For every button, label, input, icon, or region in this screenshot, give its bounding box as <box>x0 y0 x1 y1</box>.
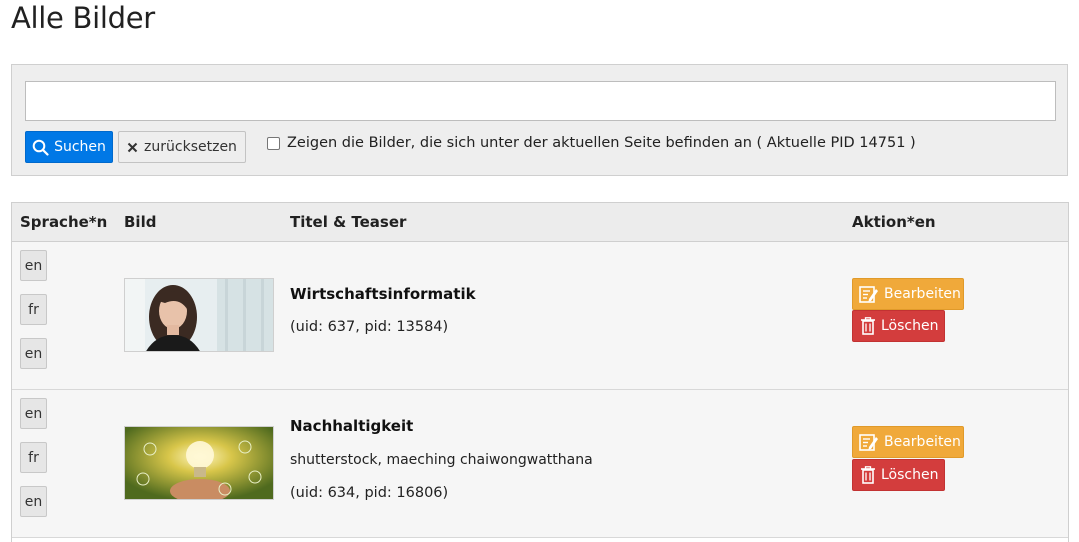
reset-button-label: zurücksetzen <box>144 139 237 155</box>
page-title: Alle Bilder <box>11 1 155 35</box>
portrait-photo <box>125 279 273 351</box>
edit-button[interactable]: Bearbeiten <box>852 426 964 458</box>
edit-icon <box>859 286 878 303</box>
search-button[interactable]: Suchen <box>25 131 113 163</box>
edit-button[interactable]: Bearbeiten <box>852 278 964 310</box>
header-title: Titel & Teaser <box>290 213 407 231</box>
current-page-checkbox-label[interactable]: Zeigen die Bilder, die sich unter der ak… <box>287 135 916 151</box>
reset-button[interactable]: zurücksetzen <box>118 131 246 163</box>
close-icon <box>127 142 138 152</box>
language-button-en[interactable]: en <box>20 338 47 369</box>
current-page-filter: Zeigen die Bilder, die sich unter der ak… <box>267 135 916 151</box>
images-table: Sprache*n Bild Titel & Teaser Aktion*en … <box>11 202 1069 542</box>
header-image: Bild <box>124 213 157 231</box>
header-actions: Aktion*en <box>852 213 936 231</box>
language-button-fr[interactable]: fr <box>20 442 47 473</box>
table-row: en fr en Nachhaltigkeit shutterstock, ma… <box>12 390 1068 538</box>
table-header: Sprache*n Bild Titel & Teaser Aktion*en <box>12 203 1068 242</box>
language-button-fr[interactable]: fr <box>20 294 47 325</box>
image-title: Nachhaltigkeit <box>290 417 414 435</box>
lightbulb-photo <box>125 427 273 499</box>
delete-button[interactable]: Löschen <box>852 310 945 342</box>
edit-button-label: Bearbeiten <box>884 286 961 302</box>
image-thumbnail[interactable] <box>124 278 274 352</box>
language-button-en[interactable]: en <box>20 250 47 281</box>
language-button-en[interactable]: en <box>20 398 47 429</box>
trash-icon <box>861 466 875 484</box>
image-title: Wirtschaftsinformatik <box>290 285 476 303</box>
image-credit: shutterstock, maeching chaiwongwatthana <box>290 452 593 468</box>
delete-button-label: Löschen <box>881 467 939 483</box>
image-meta: (uid: 634, pid: 16806) <box>290 485 449 501</box>
search-input[interactable] <box>25 81 1056 121</box>
search-button-label: Suchen <box>54 139 106 155</box>
image-meta: (uid: 637, pid: 13584) <box>290 319 449 335</box>
trash-icon <box>861 317 875 335</box>
search-panel: Suchen zurücksetzen Zeigen die Bilder, d… <box>11 64 1068 176</box>
delete-button-label: Löschen <box>881 318 939 334</box>
search-icon <box>32 139 49 156</box>
image-thumbnail[interactable] <box>124 426 274 500</box>
table-row: en fr en Wirtschaftsinformatik (uid: 637… <box>12 242 1068 390</box>
current-page-checkbox[interactable] <box>267 136 280 150</box>
header-languages: Sprache*n <box>20 213 108 231</box>
edit-icon <box>859 434 878 451</box>
edit-button-label: Bearbeiten <box>884 434 961 450</box>
language-button-en[interactable]: en <box>20 486 47 517</box>
delete-button[interactable]: Löschen <box>852 459 945 491</box>
